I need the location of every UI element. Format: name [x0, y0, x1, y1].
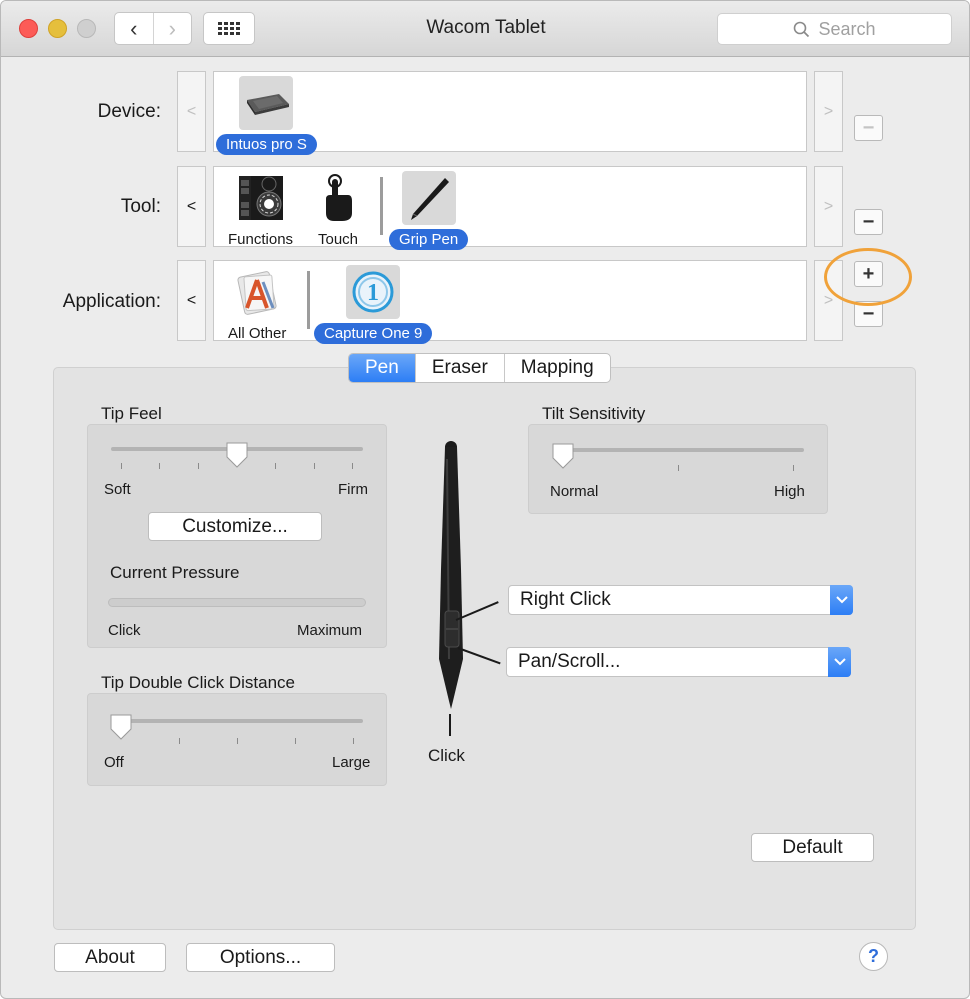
upper-button-value: Right Click — [520, 589, 611, 610]
tilt-min-label: Normal — [550, 483, 599, 500]
slider-tick — [275, 463, 276, 469]
tool-item-grip-pen[interactable]: Grip Pen — [389, 171, 469, 250]
wacom-tablet-window: ‹ › Wacom Tablet Search Device: < Intuos… — [0, 0, 970, 999]
device-strip: Intuos pro S — [213, 71, 807, 155]
search-placeholder: Search — [818, 18, 876, 39]
current-pressure-bar — [108, 598, 366, 607]
tilt-slider-thumb[interactable] — [551, 442, 575, 470]
chevron-down-icon — [828, 647, 851, 677]
lower-button-value: Pan/Scroll... — [518, 651, 621, 672]
tool-divider — [380, 177, 383, 235]
tablet-icon — [239, 76, 294, 130]
slider-tick — [198, 463, 199, 469]
lower-button-popup[interactable]: Pan/Scroll... — [506, 647, 851, 677]
tilt-title: Tilt Sensitivity — [542, 404, 646, 423]
tab-pen[interactable]: Pen — [349, 354, 415, 382]
tab-mapping[interactable]: Mapping — [503, 354, 610, 382]
slider-tick — [295, 738, 296, 744]
slider-tick — [353, 738, 354, 744]
application-divider — [307, 271, 310, 329]
pressure-min-label: Click — [108, 622, 141, 639]
slider-tick — [352, 463, 353, 469]
device-item-intuos[interactable]: Intuos pro S — [216, 76, 317, 155]
slider-tick — [793, 465, 794, 471]
device-scroll-left[interactable]: < — [177, 71, 206, 152]
search-icon — [794, 21, 810, 37]
tool-label: Tool: — [120, 196, 161, 217]
tab-bar: Pen Eraser Mapping — [348, 353, 611, 383]
tip-callout — [449, 714, 451, 736]
application-strip: All Other 1 Capture One 9 — [213, 260, 807, 344]
application-label: Application: — [62, 291, 161, 312]
tip-feel-max-label: Firm — [338, 481, 368, 498]
application-scroll-left[interactable]: < — [177, 260, 206, 341]
slider-tick — [179, 738, 180, 744]
options-button[interactable]: Options... — [186, 943, 335, 972]
slider-tick — [678, 465, 679, 471]
tip-feel-slider-thumb[interactable] — [225, 441, 249, 469]
tool-item-label: Functions — [228, 231, 294, 248]
tool-scroll-right[interactable]: > — [814, 166, 843, 247]
double-click-slider-thumb[interactable] — [109, 713, 133, 741]
tip-click-label: Click — [428, 746, 465, 765]
slider-tick — [159, 463, 160, 469]
tilt-max-label: High — [774, 483, 805, 500]
about-button[interactable]: About — [54, 943, 166, 972]
device-scroll-right[interactable]: > — [814, 71, 843, 152]
applications-icon — [230, 265, 284, 319]
pressure-max-label: Maximum — [297, 622, 363, 639]
double-click-min-label: Off — [104, 754, 124, 771]
application-item-all-other[interactable]: All Other — [218, 265, 296, 344]
customize-button[interactable]: Customize... — [148, 512, 322, 541]
current-pressure-title: Current Pressure — [110, 563, 240, 582]
capture-one-icon: 1 — [346, 265, 401, 319]
double-click-max-label: Large — [332, 754, 371, 771]
tool-strip: Functions Touch Grip Pen — [213, 166, 807, 250]
tool-scroll-left[interactable]: < — [177, 166, 206, 247]
tool-item-label: Touch — [318, 231, 359, 248]
functions-icon — [234, 171, 288, 225]
pen-icon — [401, 171, 456, 225]
highlight-circle — [824, 248, 912, 306]
application-item-label: All Other — [228, 325, 287, 342]
tab-eraser[interactable]: Eraser — [414, 354, 504, 382]
tip-feel-min-label: Soft — [104, 481, 131, 498]
remove-device-button[interactable]: − — [854, 115, 883, 141]
application-item-capture-one[interactable]: 1 Capture One 9 — [314, 265, 433, 344]
search-field[interactable]: Search — [717, 13, 952, 45]
slider-tick — [314, 463, 315, 469]
tip-feel-title: Tip Feel — [101, 404, 162, 423]
device-label: Device: — [97, 101, 161, 122]
slider-tick — [121, 463, 122, 469]
tool-item-functions[interactable]: Functions — [218, 171, 303, 250]
grip-pen-icon — [439, 441, 463, 709]
slider-tick — [237, 738, 238, 744]
upper-button-popup[interactable]: Right Click — [508, 585, 853, 615]
device-item-label: Intuos pro S — [216, 134, 317, 155]
application-item-label: Capture One 9 — [314, 323, 433, 344]
hand-touch-icon — [311, 171, 365, 225]
tilt-slider-track[interactable] — [553, 448, 804, 452]
double-click-title: Tip Double Click Distance — [101, 673, 295, 692]
default-button[interactable]: Default — [751, 833, 874, 862]
help-button[interactable]: ? — [859, 942, 888, 971]
tool-item-label: Grip Pen — [389, 229, 469, 250]
double-click-slider-track[interactable] — [111, 719, 363, 723]
remove-tool-button[interactable]: − — [854, 209, 883, 235]
tool-item-touch[interactable]: Touch — [308, 171, 368, 250]
svg-text:1: 1 — [367, 280, 379, 306]
chevron-down-icon — [830, 585, 853, 615]
title-bar: ‹ › Wacom Tablet Search — [1, 1, 969, 57]
